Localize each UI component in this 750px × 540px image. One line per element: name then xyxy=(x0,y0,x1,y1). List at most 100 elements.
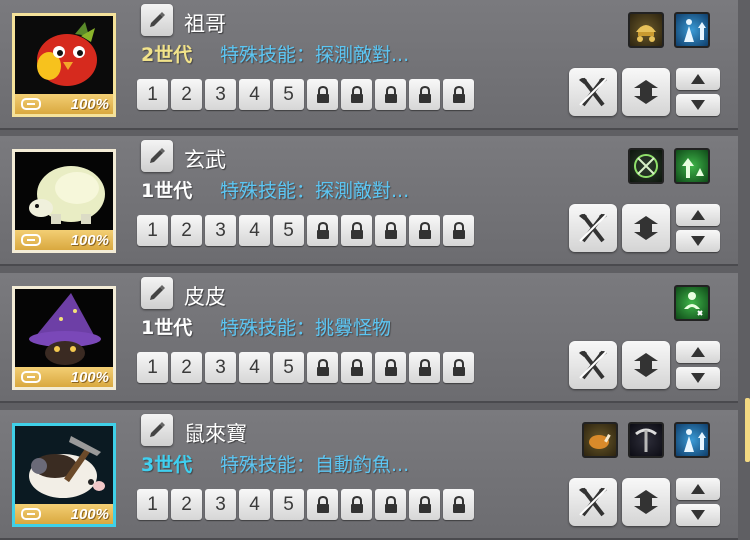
skill-slot-3[interactable]: 3 xyxy=(205,352,236,383)
lock-icon xyxy=(418,85,431,103)
locked-slot[interactable] xyxy=(409,352,440,383)
pet-card: 100% 玄武 1世代 特殊技能：探測敵對... 12345 xyxy=(0,136,738,266)
swap-button[interactable] xyxy=(622,204,670,252)
lock-icon xyxy=(384,85,397,103)
lock-icon xyxy=(350,221,363,239)
skill-slot-1[interactable]: 1 xyxy=(137,79,168,110)
recovery-icon[interactable] xyxy=(674,285,710,321)
pet-card: 100% 皮皮 1世代 特殊技能：挑釁怪物 12345 xyxy=(0,273,738,403)
triangle-down-icon xyxy=(691,510,705,520)
pet-portrait[interactable]: 100% xyxy=(12,423,116,527)
locked-slot[interactable] xyxy=(341,79,372,110)
carriage-icon[interactable] xyxy=(628,12,664,48)
skill-slot-2[interactable]: 2 xyxy=(171,352,202,383)
swap-button[interactable] xyxy=(622,68,670,116)
locked-slot[interactable] xyxy=(443,489,474,520)
scrollbar-thumb[interactable] xyxy=(745,398,750,462)
skill-slot-5[interactable]: 5 xyxy=(273,352,304,383)
swap-button[interactable] xyxy=(622,341,670,389)
skill-slots: 12345 xyxy=(137,489,474,520)
pet-special-skill: 特殊技能：自動釣魚... xyxy=(220,454,410,476)
skill-slot-2[interactable]: 2 xyxy=(171,215,202,246)
triangle-up-icon xyxy=(691,347,705,357)
locked-slot[interactable] xyxy=(341,352,372,383)
up-arrow-person-icon[interactable] xyxy=(674,422,710,458)
rename-button[interactable] xyxy=(141,277,173,309)
pet-name: 祖哥 xyxy=(184,12,226,36)
swap-button[interactable] xyxy=(622,478,670,526)
rename-button[interactable] xyxy=(141,4,173,36)
equip-toggle-button[interactable] xyxy=(569,478,617,526)
locked-slot[interactable] xyxy=(409,215,440,246)
equip-toggle-button[interactable] xyxy=(569,341,617,389)
pencil-icon xyxy=(150,285,165,300)
pet-card: 100% 鼠來寶 3世代 特殊技能：自動釣魚... 12345 xyxy=(0,410,738,540)
locked-slot[interactable] xyxy=(443,352,474,383)
skill-slot-4[interactable]: 4 xyxy=(239,489,270,520)
move-down-button[interactable] xyxy=(676,230,720,252)
locked-slot[interactable] xyxy=(409,489,440,520)
locked-slot[interactable] xyxy=(375,352,406,383)
pencil-icon xyxy=(150,422,165,437)
skill-slot-5[interactable]: 5 xyxy=(273,79,304,110)
swap-arrows-icon xyxy=(634,490,658,514)
skill-slot-1[interactable]: 1 xyxy=(137,215,168,246)
crossed-swords-ring-icon[interactable] xyxy=(628,148,664,184)
lock-icon xyxy=(350,85,363,103)
rename-button[interactable] xyxy=(141,414,173,446)
move-up-button[interactable] xyxy=(676,341,720,363)
skill-slot-4[interactable]: 4 xyxy=(239,352,270,383)
locked-slot[interactable] xyxy=(443,215,474,246)
pet-portrait[interactable]: 100% xyxy=(12,286,116,390)
roast-chicken-icon[interactable] xyxy=(582,422,618,458)
pet-portrait[interactable]: 100% xyxy=(12,13,116,117)
locked-slot[interactable] xyxy=(375,215,406,246)
move-down-button[interactable] xyxy=(676,504,720,526)
locked-slot[interactable] xyxy=(375,489,406,520)
move-down-button[interactable] xyxy=(676,367,720,389)
up-arrow-person-icon[interactable] xyxy=(674,12,710,48)
skill-slot-1[interactable]: 1 xyxy=(137,352,168,383)
locked-slot[interactable] xyxy=(341,489,372,520)
rename-button[interactable] xyxy=(141,140,173,172)
skill-slot-2[interactable]: 2 xyxy=(171,79,202,110)
locked-slot[interactable] xyxy=(307,489,338,520)
crossed-axes-icon xyxy=(579,77,607,107)
pet-generation: 3世代 xyxy=(141,454,193,476)
equip-toggle-button[interactable] xyxy=(569,68,617,116)
pencil-icon xyxy=(150,148,165,163)
speed-up-icon[interactable] xyxy=(674,148,710,184)
pet-name: 玄武 xyxy=(184,148,226,172)
skill-slot-3[interactable]: 3 xyxy=(205,489,236,520)
move-up-button[interactable] xyxy=(676,204,720,226)
move-up-button[interactable] xyxy=(676,68,720,90)
locked-slot[interactable] xyxy=(341,215,372,246)
move-down-button[interactable] xyxy=(676,94,720,116)
skill-slot-4[interactable]: 4 xyxy=(239,215,270,246)
locked-slot[interactable] xyxy=(307,79,338,110)
locked-slot[interactable] xyxy=(375,79,406,110)
hp-percent: 100% xyxy=(70,505,109,523)
pickaxe-icon[interactable] xyxy=(628,422,664,458)
skill-slot-1[interactable]: 1 xyxy=(137,489,168,520)
skill-slot-2[interactable]: 2 xyxy=(171,489,202,520)
equip-toggle-button[interactable] xyxy=(569,204,617,252)
skill-slot-3[interactable]: 3 xyxy=(205,215,236,246)
lock-icon xyxy=(452,221,465,239)
pet-portrait[interactable]: 100% xyxy=(12,149,116,253)
lock-icon xyxy=(316,221,329,239)
lock-icon xyxy=(418,495,431,513)
skill-slot-4[interactable]: 4 xyxy=(239,79,270,110)
locked-slot[interactable] xyxy=(307,215,338,246)
move-up-button[interactable] xyxy=(676,478,720,500)
skill-slot-3[interactable]: 3 xyxy=(205,79,236,110)
skill-slot-5[interactable]: 5 xyxy=(273,215,304,246)
triangle-up-icon xyxy=(691,484,705,494)
locked-slot[interactable] xyxy=(307,352,338,383)
pet-card: 100% 祖哥 2世代 特殊技能：探測敵對... 12345 xyxy=(0,0,738,130)
pet-art xyxy=(15,152,113,230)
hp-bar: 100% xyxy=(15,367,113,387)
locked-slot[interactable] xyxy=(443,79,474,110)
locked-slot[interactable] xyxy=(409,79,440,110)
skill-slot-5[interactable]: 5 xyxy=(273,489,304,520)
